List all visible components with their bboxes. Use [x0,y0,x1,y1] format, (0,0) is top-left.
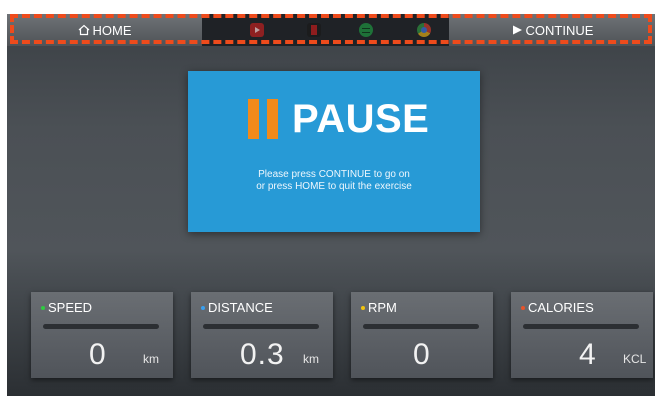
calories-unit: KCL [623,352,647,366]
speed-label: SPEED [48,300,93,315]
rpm-indicator-dot [361,305,365,310]
home-button[interactable]: HOME [7,14,202,46]
calories-indicator-dot [521,305,525,310]
treadmill-screen: HOME CONTINUE PAUSE Please press CONTINU… [7,14,655,396]
pause-header: PAUSE [188,99,480,139]
distance-indicator-dot [201,305,205,310]
calories-label: CALORIES [528,300,594,315]
netflix-icon[interactable] [307,23,321,37]
speed-bar [43,324,159,329]
pause-message: Please press CONTINUE to go on or press … [188,169,480,193]
distance-card: DISTANCE 0.3 km [191,292,333,378]
play-icon [512,25,522,35]
top-bar: HOME CONTINUE [7,14,655,46]
chrome-icon[interactable] [417,23,431,37]
pause-title: PAUSE [292,97,430,141]
distance-label: DISTANCE [208,300,273,315]
distance-bar [203,324,319,329]
calories-bar [523,324,639,329]
continue-label: CONTINUE [525,22,594,38]
continue-button[interactable]: CONTINUE [449,14,655,46]
rpm-label: RPM [368,300,397,315]
calories-value: 4 [579,338,597,371]
speed-indicator-dot [41,305,45,310]
rpm-bar [363,324,479,329]
youtube-icon[interactable] [250,23,264,37]
spotify-icon[interactable] [359,23,373,37]
home-label: HOME [92,22,132,38]
speed-card: SPEED 0 km [31,292,173,378]
pause-icon [248,99,280,139]
pause-message-line2: or press HOME to quit the exercise [256,181,412,192]
distance-unit: km [303,352,319,366]
pause-dialog: PAUSE Please press CONTINUE to go on or … [188,71,480,232]
home-icon [78,24,89,36]
distance-value: 0.3 [240,338,285,371]
calories-card: CALORIES 4 KCL [511,292,653,378]
rpm-card: RPM 0 [351,292,493,378]
speed-unit: km [143,352,159,366]
pause-message-line1: Please press CONTINUE to go on [258,169,410,180]
speed-value: 0 [89,338,107,371]
rpm-value: 0 [413,338,431,371]
